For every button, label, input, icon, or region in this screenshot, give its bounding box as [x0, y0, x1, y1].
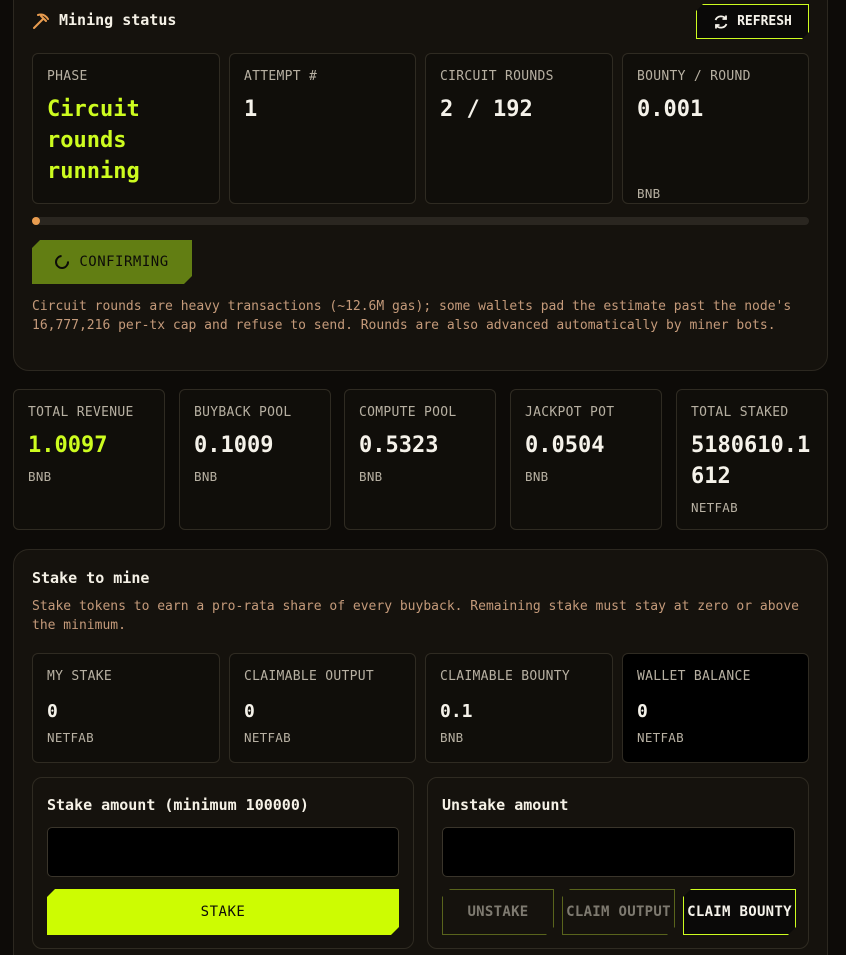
unstake-amount-input[interactable] [442, 827, 795, 877]
rounds-progress-fill [32, 217, 41, 225]
jackpot-pot-value: 0.0504 [525, 433, 605, 458]
total-staked-card: TOTAL STAKED 5180610.1612 NETFAB [676, 389, 828, 530]
attempt-value: 1 [244, 97, 258, 122]
compute-pool-value: 0.5323 [359, 433, 439, 458]
total-revenue-card: TOTAL REVENUE 1.0097 BNB [13, 389, 165, 530]
claim-bounty-button[interactable]: CLAIM BOUNTY [683, 889, 796, 935]
phase-value: Circuit rounds running [47, 97, 140, 184]
stat-unit: BNB [194, 469, 218, 484]
claimable-bounty-card: CLAIMABLE BOUNTY 0.1 BNB [425, 653, 613, 763]
circuit-rounds-card: CIRCUIT ROUNDS 2 / 192 [425, 53, 613, 204]
stake-title: Stake to mine [32, 569, 150, 587]
attempt-card: ATTEMPT # 1 [229, 53, 416, 204]
refresh-label: REFRESH [737, 14, 792, 29]
card-label: PHASE [47, 69, 88, 84]
bounty-round-card: BOUNTY / ROUND 0.001 BNB [622, 53, 809, 204]
card-unit: BNB [440, 730, 464, 745]
refresh-icon [713, 14, 729, 30]
my-stake-value: 0 [47, 701, 58, 722]
card-label: ATTEMPT # [244, 69, 318, 84]
stat-label: TOTAL REVENUE [28, 405, 134, 420]
stake-amount-input[interactable] [47, 827, 399, 877]
mining-status-title: Mining status [59, 11, 177, 29]
confirming-label: CONFIRMING [79, 254, 169, 270]
mining-note: Circuit rounds are heavy transactions (~… [32, 299, 792, 333]
wallet-balance-value: 0 [637, 701, 648, 722]
jackpot-pot-card: JACKPOT POT 0.0504 BNB [510, 389, 662, 530]
claim-output-button[interactable]: CLAIM OUTPUT [562, 889, 675, 935]
stat-label: BUYBACK POOL [194, 405, 292, 420]
bounty-round-unit: BNB [637, 186, 661, 201]
card-label: CLAIMABLE OUTPUT [244, 669, 375, 684]
unstake-amount-panel: Unstake amount UNSTAKE CLAIM OUTPUT CLAI… [427, 777, 809, 949]
stake-button[interactable]: STAKE [47, 889, 399, 935]
phase-card: PHASE Circuit rounds running [32, 53, 220, 204]
spinner-icon [52, 252, 72, 272]
stat-label: TOTAL STAKED [691, 405, 789, 420]
total-revenue-value: 1.0097 [28, 433, 108, 458]
total-staked-value: 5180610.1612 [691, 433, 811, 489]
card-label: CIRCUIT ROUNDS [440, 69, 554, 84]
unstake-button[interactable]: UNSTAKE [442, 889, 554, 935]
stake-amount-panel: Stake amount (minimum 100000) STAKE [32, 777, 414, 949]
buyback-pool-card: BUYBACK POOL 0.1009 BNB [179, 389, 331, 530]
card-unit: NETFAB [47, 730, 94, 745]
stat-unit: NETFAB [691, 500, 738, 515]
my-stake-card: MY STAKE 0 NETFAB [32, 653, 220, 763]
stake-amount-title: Stake amount (minimum 100000) [47, 796, 309, 814]
card-label: BOUNTY / ROUND [637, 69, 751, 84]
refresh-button[interactable]: REFRESH [696, 4, 809, 39]
bounty-round-value: 0.001 [637, 97, 704, 122]
claimable-output-value: 0 [244, 701, 255, 722]
rounds-progress-bar [32, 217, 809, 225]
confirming-button[interactable]: CONFIRMING [32, 240, 192, 284]
stat-label: JACKPOT POT [525, 405, 615, 420]
stake-note: Stake tokens to earn a pro-rata share of… [32, 599, 800, 633]
card-label: MY STAKE [47, 669, 113, 684]
stat-unit: BNB [28, 469, 52, 484]
card-unit: NETFAB [637, 730, 684, 745]
unstake-amount-title: Unstake amount [442, 796, 569, 814]
wallet-balance-card: WALLET BALANCE 0 NETFAB [622, 653, 809, 763]
claimable-output-card: CLAIMABLE OUTPUT 0 NETFAB [229, 653, 416, 763]
circuit-rounds-value: 2 / 192 [440, 97, 533, 122]
card-unit: NETFAB [244, 730, 291, 745]
pickaxe-icon [33, 13, 49, 29]
stat-unit: BNB [359, 469, 383, 484]
stat-label: COMPUTE POOL [359, 405, 457, 420]
card-label: CLAIMABLE BOUNTY [440, 669, 571, 684]
compute-pool-card: COMPUTE POOL 0.5323 BNB [344, 389, 496, 530]
card-label: WALLET BALANCE [637, 669, 751, 684]
stat-unit: BNB [525, 469, 549, 484]
buyback-pool-value: 0.1009 [194, 433, 274, 458]
claimable-bounty-value: 0.1 [440, 701, 473, 722]
